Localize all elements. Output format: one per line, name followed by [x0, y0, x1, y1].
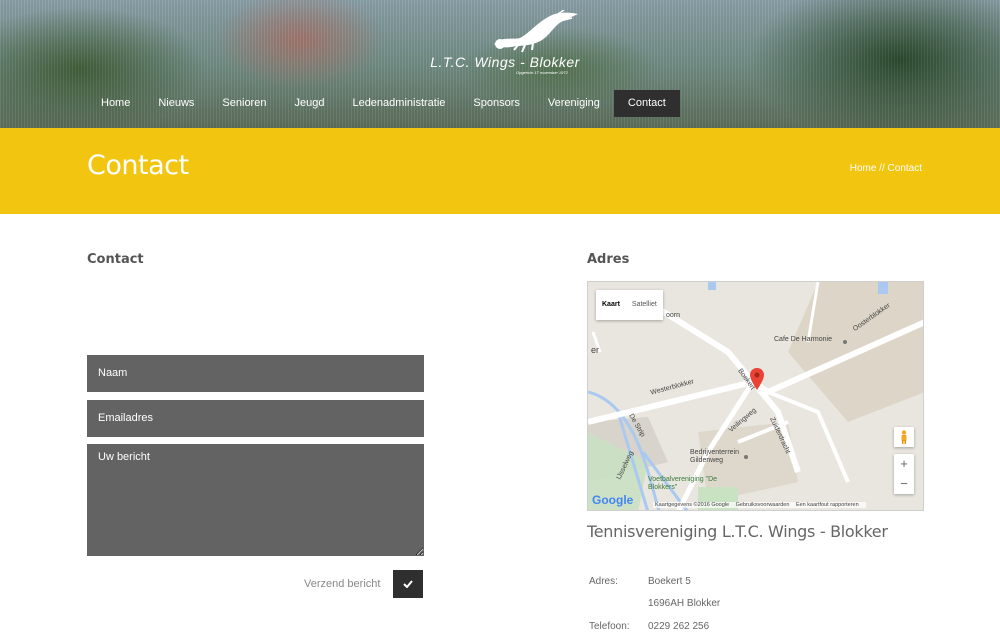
- contact-heading: Contact: [87, 252, 144, 267]
- map-label: er: [591, 345, 600, 355]
- club-logo[interactable]: L.T.C. Wings - Blokker Opgericht 17 nove…: [420, 10, 590, 76]
- nav-item-jeugd[interactable]: Jeugd: [280, 90, 338, 117]
- nav-item-sponsors[interactable]: Sponsors: [459, 90, 533, 117]
- nav-item-nieuws[interactable]: Nieuws: [144, 90, 208, 117]
- wings-logo-icon: [494, 10, 578, 53]
- page-title-band: Contact Home // Contact: [0, 128, 1000, 214]
- phone-label: Telefoon:: [589, 621, 630, 632]
- logo-subtitle: Opgericht 17 november 1972: [516, 70, 568, 75]
- nav-item-senioren[interactable]: Senioren: [208, 90, 280, 117]
- organisation-name: Tennisvereniging L.T.C. Wings - Blokker: [587, 522, 888, 541]
- zoom-controls: + −: [894, 454, 914, 494]
- checkmark-icon: [403, 580, 413, 588]
- email-field[interactable]: [87, 400, 424, 437]
- map-tab-satelliet[interactable]: Satelliet: [626, 290, 663, 320]
- address-heading: Adres: [587, 252, 630, 267]
- google-logo: Google: [592, 493, 634, 507]
- address-label: Adres:: [589, 576, 618, 587]
- street-view-pegman-icon[interactable]: [894, 427, 914, 447]
- map-type-tabs: Kaart Satelliet: [596, 290, 663, 320]
- nav-item-contact[interactable]: Contact: [613, 90, 680, 117]
- breadcrumb-current: Contact: [887, 163, 922, 174]
- zoom-out-button[interactable]: −: [894, 474, 914, 494]
- page-title: Contact: [87, 150, 189, 181]
- terms-link[interactable]: Gebruiksvoorwaarden: [736, 502, 790, 508]
- message-field[interactable]: [87, 444, 424, 556]
- address-street: Boekert 5: [648, 576, 691, 587]
- map-label: Voetbalvereniging "De Blokkers": [648, 476, 718, 491]
- send-label: Verzend bericht: [304, 578, 381, 590]
- map-label: Bedrijventerrein Gildenweg: [690, 449, 740, 464]
- breadcrumb: Home // Contact: [850, 163, 922, 174]
- map-label: Cafe De Harmonie: [774, 336, 832, 343]
- nav-item-vereniging[interactable]: Vereniging: [534, 90, 614, 117]
- map-attribution: Kaartgegevens ©2016 Google Gebruiksvoorw…: [653, 502, 866, 508]
- map-tab-kaart[interactable]: Kaart: [596, 290, 626, 320]
- pegman-icon: [901, 430, 907, 444]
- name-field[interactable]: [87, 355, 424, 392]
- report-error-link[interactable]: Een kaartfout rapporteren: [796, 502, 859, 508]
- map-data-credit: Kaartgegevens ©2016 Google: [655, 502, 730, 508]
- main-nav: Home Nieuws Senioren Jeugd Ledenadminist…: [87, 90, 680, 117]
- breadcrumb-separator: //: [876, 163, 888, 174]
- nav-item-home[interactable]: Home: [87, 90, 144, 117]
- breadcrumb-home-link[interactable]: Home: [850, 163, 877, 174]
- logo-title: L.T.C. Wings - Blokker: [430, 54, 580, 70]
- map-label: oorn: [666, 312, 681, 319]
- address-postcode: 1696AH Blokker: [648, 598, 721, 609]
- google-map[interactable]: Kaart Satelliet Cafe De Harmonie Westerb…: [587, 281, 924, 511]
- location-pin-icon[interactable]: [750, 368, 764, 390]
- zoom-in-button[interactable]: +: [894, 454, 914, 474]
- nav-item-ledenadministratie[interactable]: Ledenadministratie: [338, 90, 459, 117]
- send-button[interactable]: [393, 570, 423, 598]
- phone-number: 0229 262 256: [648, 621, 710, 632]
- header-hero: L.T.C. Wings - Blokker Opgericht 17 nove…: [0, 0, 1000, 128]
